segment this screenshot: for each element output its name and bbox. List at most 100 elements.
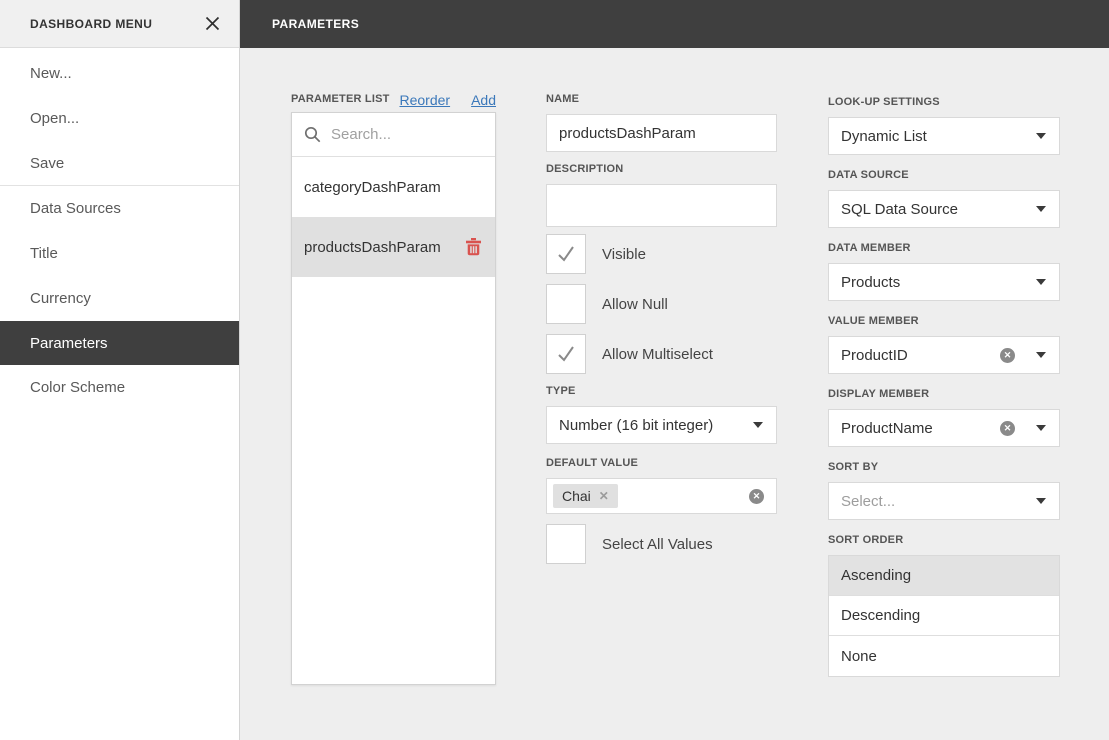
- parameter-search-row: [292, 113, 495, 157]
- allow-multiselect-label: Allow Multiselect: [602, 346, 713, 363]
- sort-by-dropdown[interactable]: Select...: [828, 482, 1060, 520]
- checkmark-icon: [554, 532, 578, 556]
- close-menu-button[interactable]: [201, 12, 224, 35]
- checkmark-icon: [554, 242, 578, 266]
- sidebar-item-open[interactable]: Open...: [0, 96, 239, 141]
- value-member-value: ProductID: [841, 347, 908, 364]
- select-all-checkbox-row: Select All Values: [546, 524, 777, 564]
- clear-icon[interactable]: ✕: [749, 489, 764, 504]
- dropdown-arrow-icon: [1036, 133, 1046, 139]
- sidebar-item-label: Title: [30, 245, 58, 262]
- sidebar-item-currency[interactable]: Currency: [0, 276, 239, 321]
- sidebar-header: DASHBOARD MENU: [0, 0, 239, 48]
- lookup-settings-value: Dynamic List: [841, 128, 927, 145]
- search-input[interactable]: [331, 126, 483, 143]
- visible-checkbox[interactable]: [546, 234, 586, 274]
- default-value-label: DEFAULT VALUE: [546, 456, 777, 470]
- sidebar-item-label: Open...: [30, 110, 79, 127]
- checkmark-icon: [554, 292, 578, 316]
- sidebar-item-parameters[interactable]: Parameters: [0, 321, 239, 365]
- allow-multiselect-checkbox-row: Allow Multiselect: [546, 334, 777, 374]
- value-member-label: VALUE MEMBER: [828, 314, 1060, 328]
- sidebar-item-title[interactable]: Title: [0, 231, 239, 276]
- sidebar-item-label: Save: [30, 155, 64, 172]
- value-chip: Chai ✕: [553, 484, 618, 508]
- clear-icon[interactable]: ✕: [1000, 421, 1015, 436]
- data-member-group: DATA MEMBER Products: [828, 241, 1060, 301]
- parameter-list-header: PARAMETER LIST Reorder Add: [291, 92, 496, 108]
- delete-parameter-button[interactable]: [466, 238, 481, 256]
- main-area: PARAMETERS PARAMETER LIST Reorder Add: [240, 0, 1109, 740]
- clear-icon[interactable]: ✕: [1000, 348, 1015, 363]
- type-label: TYPE: [546, 384, 777, 398]
- type-dropdown[interactable]: Number (16 bit integer): [546, 406, 777, 444]
- data-source-dropdown[interactable]: SQL Data Source: [828, 190, 1060, 228]
- sidebar-item-label: Color Scheme: [30, 379, 125, 396]
- parameter-name: categoryDashParam: [304, 179, 441, 196]
- type-field-group: TYPE Number (16 bit integer): [546, 384, 777, 444]
- description-field-group: DESCRIPTION: [546, 162, 777, 227]
- dropdown-arrow-icon: [1036, 279, 1046, 285]
- sort-order-label: SORT ORDER: [828, 533, 1060, 547]
- display-member-dropdown[interactable]: ProductName ✕: [828, 409, 1060, 447]
- sort-order-option-descending[interactable]: Descending: [829, 596, 1059, 636]
- sidebar-item-new[interactable]: New...: [0, 51, 239, 96]
- sort-order-option-ascending[interactable]: Ascending: [829, 556, 1059, 596]
- dashboard-menu-sidebar: DASHBOARD MENU New... Open... Save Data …: [0, 0, 240, 740]
- name-input[interactable]: [546, 114, 777, 152]
- parameter-list-item[interactable]: productsDashParam: [292, 217, 495, 277]
- dropdown-arrow-icon: [1036, 352, 1046, 358]
- sidebar-item-label: New...: [30, 65, 72, 82]
- name-field-group: NAME: [546, 92, 777, 152]
- lookup-settings-group: LOOK-UP SETTINGS Dynamic List: [828, 95, 1060, 155]
- sort-order-option-none[interactable]: None: [829, 636, 1059, 676]
- dropdown-arrow-icon: [1036, 498, 1046, 504]
- sort-option-label: None: [841, 648, 877, 665]
- sidebar-item-data-sources[interactable]: Data Sources: [0, 186, 239, 231]
- allow-multiselect-checkbox[interactable]: [546, 334, 586, 374]
- display-member-value: ProductName: [841, 420, 933, 437]
- sidebar-item-label: Currency: [30, 290, 91, 307]
- parameter-list-actions: Reorder Add: [399, 92, 496, 108]
- default-value-field-group: DEFAULT VALUE Chai ✕ ✕: [546, 456, 777, 514]
- sort-by-label: SORT BY: [828, 460, 1060, 474]
- data-source-value: SQL Data Source: [841, 201, 958, 218]
- reorder-link[interactable]: Reorder: [399, 92, 450, 108]
- parameters-content: PARAMETER LIST Reorder Add categoryDa: [240, 48, 1109, 740]
- select-all-checkbox[interactable]: [546, 524, 586, 564]
- lookup-settings-label: LOOK-UP SETTINGS: [828, 95, 1060, 109]
- display-member-group: DISPLAY MEMBER ProductName ✕: [828, 387, 1060, 447]
- data-member-label: DATA MEMBER: [828, 241, 1060, 255]
- parameters-header-bar: PARAMETERS: [240, 0, 1109, 48]
- chip-text: Chai: [562, 488, 591, 504]
- parameter-list-panel: categoryDashParam productsDashParam: [291, 112, 496, 685]
- description-input[interactable]: [546, 184, 777, 227]
- parameter-list-item[interactable]: categoryDashParam: [292, 157, 495, 217]
- parameter-settings-section: NAME DESCRIPTION Visible: [546, 92, 777, 574]
- data-member-dropdown[interactable]: Products: [828, 263, 1060, 301]
- dropdown-arrow-icon: [1036, 425, 1046, 431]
- sidebar-item-label: Data Sources: [30, 200, 121, 217]
- sort-option-label: Ascending: [841, 567, 911, 584]
- dropdown-arrow-icon: [753, 422, 763, 428]
- display-member-label: DISPLAY MEMBER: [828, 387, 1060, 401]
- sort-order-group: SORT ORDER Ascending Descending None: [828, 533, 1060, 677]
- select-all-label: Select All Values: [602, 536, 713, 553]
- sidebar-item-color-scheme[interactable]: Color Scheme: [0, 365, 239, 410]
- data-source-group: DATA SOURCE SQL Data Source: [828, 168, 1060, 228]
- sidebar-item-save[interactable]: Save: [0, 141, 239, 186]
- lookup-settings-dropdown[interactable]: Dynamic List: [828, 117, 1060, 155]
- sidebar-item-label: Parameters: [30, 335, 108, 352]
- allow-null-checkbox[interactable]: [546, 284, 586, 324]
- default-value-tagbox[interactable]: Chai ✕ ✕: [546, 478, 777, 514]
- parameter-list-label: PARAMETER LIST: [291, 92, 390, 106]
- sort-by-placeholder: Select...: [841, 493, 895, 510]
- add-link[interactable]: Add: [471, 92, 496, 108]
- data-member-value: Products: [841, 274, 900, 291]
- chip-remove-icon[interactable]: ✕: [599, 490, 609, 502]
- app-root: DASHBOARD MENU New... Open... Save Data …: [0, 0, 1109, 740]
- sidebar-title: DASHBOARD MENU: [30, 17, 152, 31]
- value-member-dropdown[interactable]: ProductID ✕: [828, 336, 1060, 374]
- allow-null-checkbox-row: Allow Null: [546, 284, 777, 324]
- parameter-name: productsDashParam: [304, 239, 441, 256]
